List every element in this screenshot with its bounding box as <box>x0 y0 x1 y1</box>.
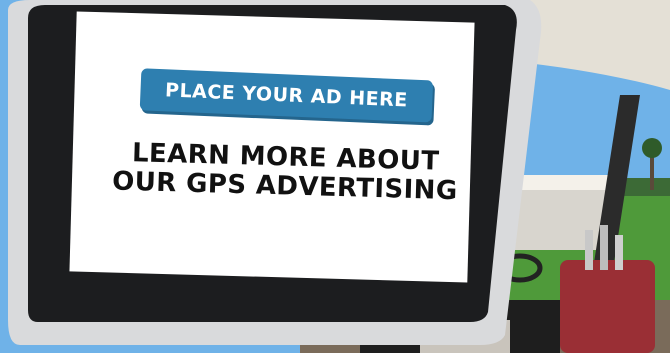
golf-cart-gps-scene: PLACE YOUR AD HERE LEARN MORE ABOUT OUR … <box>0 0 670 353</box>
distant-cart-body <box>510 190 610 250</box>
ad-headline: LEARN MORE ABOUT OUR GPS ADVERTISING <box>110 138 461 207</box>
golf-bag <box>560 260 655 353</box>
gps-display-screen: PLACE YOUR AD HERE LEARN MORE ABOUT OUR … <box>69 11 475 283</box>
place-your-ad-button[interactable]: PLACE YOUR AD HERE <box>139 68 434 123</box>
